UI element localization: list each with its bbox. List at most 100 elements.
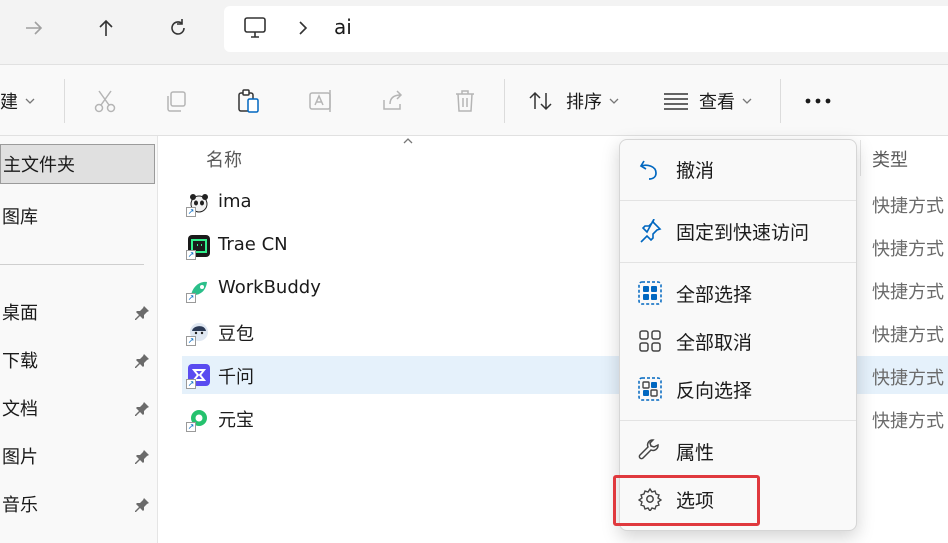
delete-button[interactable] — [452, 65, 478, 137]
chevron-down-icon — [609, 98, 619, 104]
sidebar-item-music[interactable]: 音乐 — [0, 484, 150, 524]
workbuddy-icon: ↗ — [186, 278, 210, 303]
invert-selection-icon — [638, 377, 662, 401]
menu-item-label: 属性 — [676, 441, 715, 464]
refresh-button[interactable] — [160, 10, 196, 46]
menu-item-select-all[interactable]: 全部选择 — [620, 270, 856, 316]
clipboard-icon — [238, 89, 259, 113]
file-type: 快捷方式 — [872, 282, 944, 303]
copy-button[interactable] — [163, 65, 189, 137]
menu-item-label: 撤消 — [676, 159, 715, 182]
shortcut-arrow-icon: ↗ — [186, 207, 196, 217]
more-icon — [805, 98, 831, 104]
file-name: 千问 — [218, 367, 254, 388]
sidebar-item-label: 音乐 — [2, 495, 38, 516]
menu-item-undo[interactable]: 撤消 — [620, 146, 856, 192]
sidebar-item-label: 图片 — [2, 447, 38, 468]
file-type: 快捷方式 — [872, 368, 944, 389]
chevron-down-icon — [742, 98, 752, 104]
file-name: ima — [218, 191, 252, 212]
share-button[interactable] — [380, 65, 406, 137]
pin-icon[interactable] — [134, 448, 150, 464]
view-button[interactable]: 查看 — [663, 65, 753, 137]
file-type: 快捷方式 — [872, 325, 944, 346]
navigation-bar: ai — [0, 0, 948, 64]
wrench-icon — [638, 439, 659, 460]
chevron-down-icon — [25, 98, 35, 104]
menu-divider — [620, 262, 856, 263]
more-options-button[interactable] — [804, 65, 832, 137]
pin-icon[interactable] — [134, 496, 150, 512]
menu-item-invert-selection[interactable]: 反向选择 — [620, 366, 856, 412]
list-view-icon — [664, 93, 688, 110]
navigation-pane: 主文件夹 图库 桌面 下载 文档 图片 音乐 — [0, 136, 158, 543]
sidebar-item-label: 桌面 — [2, 303, 38, 324]
shortcut-arrow-icon: ↗ — [186, 379, 196, 389]
menu-item-properties[interactable]: 属性 — [620, 428, 856, 474]
file-type: 快捷方式 — [872, 196, 944, 217]
more-options-menu: 撤消 固定到快速访问 全部选择 全部取消 反向选择 属性 选项 — [619, 139, 857, 531]
select-all-icon — [638, 281, 662, 305]
view-label: 查看 — [699, 92, 735, 113]
sidebar-item-documents[interactable]: 文档 — [0, 388, 150, 428]
chevron-right-icon[interactable] — [296, 18, 310, 38]
share-icon — [383, 90, 403, 110]
menu-item-label: 全部取消 — [676, 331, 753, 354]
address-bar[interactable]: ai — [224, 6, 948, 52]
pin-icon[interactable] — [134, 352, 150, 368]
forward-button[interactable] — [16, 10, 52, 46]
file-type: 快捷方式 — [872, 411, 944, 432]
pin-icon[interactable] — [134, 400, 150, 416]
copy-icon — [167, 91, 186, 112]
menu-divider — [620, 200, 856, 201]
sidebar-item-downloads[interactable]: 下载 — [0, 340, 150, 380]
sidebar-item-desktop[interactable]: 桌面 — [0, 292, 150, 332]
rename-button[interactable] — [307, 65, 335, 137]
sidebar-item-label: 主文件夹 — [3, 155, 75, 176]
cut-button[interactable] — [92, 65, 118, 137]
trae-icon: ↗ — [186, 235, 210, 260]
sidebar-divider — [0, 264, 144, 265]
panda-icon: ↗ — [186, 192, 210, 217]
sidebar-item-home[interactable]: 主文件夹 — [0, 144, 155, 184]
sort-button[interactable]: 排序 — [528, 65, 620, 137]
doubao-icon: ↗ — [186, 321, 210, 346]
arrow-up-icon — [99, 19, 113, 36]
command-bar: 建 排序 查看 — [0, 64, 948, 136]
toolbar-separator — [780, 79, 781, 123]
menu-item-label: 固定到快速访问 — [676, 221, 810, 244]
yuanbao-icon: ↗ — [186, 407, 210, 432]
menu-item-select-none[interactable]: 全部取消 — [620, 318, 856, 364]
menu-divider — [620, 420, 856, 421]
sidebar-item-label: 文档 — [2, 399, 38, 420]
qianwen-icon: ↗ — [186, 364, 210, 389]
pin-icon[interactable] — [134, 304, 150, 320]
sidebar-item-pictures[interactable]: 图片 — [0, 436, 150, 476]
column-header-type[interactable]: 类型 — [872, 146, 908, 172]
rename-icon — [309, 90, 331, 112]
shortcut-arrow-icon: ↗ — [186, 336, 196, 346]
column-separator[interactable] — [860, 140, 861, 176]
new-button[interactable]: 建 — [0, 65, 36, 137]
refresh-icon — [171, 19, 185, 35]
sort-ascending-icon — [403, 138, 413, 144]
up-button[interactable] — [88, 10, 124, 46]
sidebar-item-label: 下载 — [2, 351, 38, 372]
file-name: 元宝 — [218, 410, 254, 431]
file-name: WorkBuddy — [218, 277, 321, 298]
toolbar-separator — [504, 79, 505, 123]
sidebar-item-gallery[interactable]: 图库 — [0, 196, 150, 236]
menu-item-pin-quick-access[interactable]: 固定到快速访问 — [620, 208, 856, 254]
arrow-right-icon — [26, 21, 43, 35]
undo-icon — [639, 160, 657, 180]
shortcut-arrow-icon: ↗ — [186, 250, 196, 260]
shortcut-arrow-icon: ↗ — [186, 422, 196, 432]
pin-icon — [640, 219, 662, 243]
new-button-label: 建 — [0, 92, 18, 113]
paste-button[interactable] — [235, 65, 261, 137]
column-header-name[interactable]: 名称 — [206, 146, 242, 172]
scissors-icon — [94, 90, 116, 113]
shortcut-arrow-icon: ↗ — [186, 293, 196, 303]
select-none-icon — [639, 330, 661, 352]
address-path-segment[interactable]: ai — [334, 15, 352, 39]
